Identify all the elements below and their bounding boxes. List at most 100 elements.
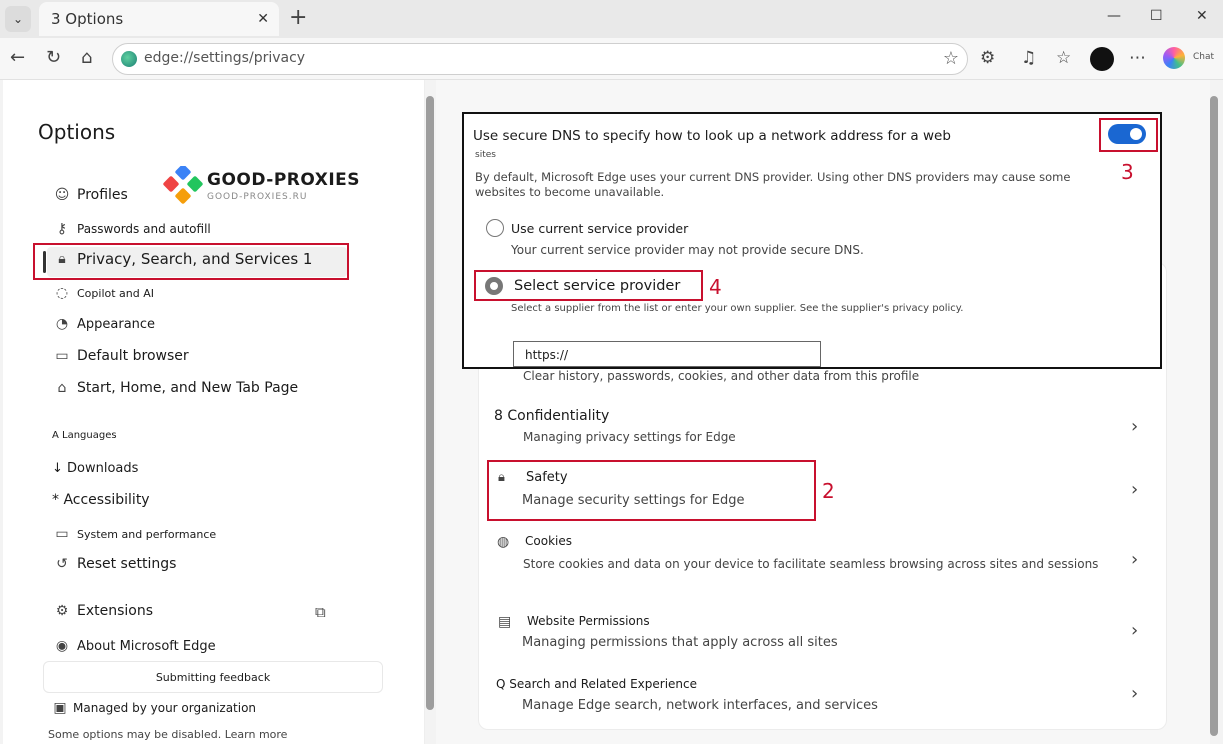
copilot-icon: ◌ xyxy=(55,285,69,301)
sidebar-item-label: Passwords and autofill xyxy=(77,222,211,236)
watermark-logo: GOOD-PROXIES GOOD-PROXIES.RU xyxy=(163,166,373,206)
close-icon[interactable]: ✕ xyxy=(257,11,269,27)
briefcase-icon: ▣ xyxy=(53,700,67,716)
secure-dns-desc-1: By default, Microsoft Edge uses your cur… xyxy=(475,170,1071,184)
sidebar-item-start-home[interactable]: ⌂ Start, Home, and New Tab Page xyxy=(52,380,299,396)
annotation-label-3: 3 xyxy=(1121,160,1134,184)
browser-icon: ▭ xyxy=(55,348,69,364)
chevron-right-icon[interactable]: › xyxy=(1131,620,1138,641)
copilot-icon[interactable] xyxy=(1163,47,1185,69)
tab-options[interactable]: 3 Options ✕ xyxy=(39,2,279,36)
permissions-icon: ▤ xyxy=(498,614,512,630)
tab-strip: ⌄ 3 Options ✕ + — ☐ ✕ xyxy=(0,0,1223,38)
confidentiality-title[interactable]: 8 Confidentiality xyxy=(494,408,609,424)
laptop-icon: ▭ xyxy=(55,526,69,542)
confidentiality-desc: Managing privacy settings for Edge xyxy=(523,430,736,444)
sidebar-scrollbar[interactable] xyxy=(426,96,434,710)
sidebar-item-label: Default browser xyxy=(77,348,189,364)
close-window-button[interactable]: ✕ xyxy=(1196,8,1208,24)
main-scrollbar[interactable] xyxy=(1210,96,1218,736)
sidebar-item-label: Copilot and AI xyxy=(77,286,155,300)
sidebar-item-profiles[interactable]: ☺ Profiles xyxy=(52,187,128,203)
palette-icon: ◔ xyxy=(55,316,69,332)
tab-actions-button[interactable]: ⌄ xyxy=(5,6,31,32)
custom-provider-input[interactable]: https:// xyxy=(513,341,821,367)
sidebar-item-extensions[interactable]: ⚙ Extensions xyxy=(52,603,153,619)
secure-dns-panel xyxy=(462,112,1162,369)
chevron-right-icon[interactable]: › xyxy=(1131,416,1138,437)
secure-dns-title: Use secure DNS to specify how to look up… xyxy=(473,128,951,144)
address-text[interactable]: edge://settings/privacy xyxy=(144,50,305,66)
sidebar-item-passwords[interactable]: ⚷ Passwords and autofill xyxy=(52,221,211,237)
sidebar-item-label: Appearance xyxy=(77,316,156,332)
sidebar-item-label: Reset settings xyxy=(77,556,177,572)
new-tab-button[interactable]: + xyxy=(289,6,307,30)
annotation-box-1 xyxy=(33,243,349,280)
managed-notice: ▣ Managed by your organization xyxy=(52,700,256,716)
external-link-icon[interactable]: ⧉ xyxy=(315,603,326,621)
key-icon: ⚷ xyxy=(56,221,68,237)
logo-text: GOOD-PROXIES xyxy=(207,170,361,190)
logo-subtext: GOOD-PROXIES.RU xyxy=(207,192,308,202)
sidebar-item-label: System and performance xyxy=(77,527,217,541)
annotation-label-2: 2 xyxy=(822,479,835,503)
sidebar-item-default-browser[interactable]: ▭ Default browser xyxy=(52,348,189,364)
annotation-label-4: 4 xyxy=(709,275,722,299)
music-icon[interactable]: ♫ xyxy=(1021,48,1036,68)
annotation-box-3 xyxy=(1099,118,1158,152)
tab-title: 3 Options xyxy=(51,10,124,28)
website-permissions-desc: Managing permissions that apply across a… xyxy=(522,635,838,650)
cookie-icon: ◍ xyxy=(497,534,510,550)
sidebar-item-languages[interactable]: A Languages xyxy=(52,430,117,441)
search-experience-desc: Manage Edge search, network interfaces, … xyxy=(522,698,878,713)
managed-label: Managed by your organization xyxy=(73,701,257,715)
chevron-down-icon: ⌄ xyxy=(12,12,24,26)
current-provider-desc: Your current service provider may not pr… xyxy=(511,243,864,257)
radio-current-provider[interactable] xyxy=(486,219,504,237)
minimize-button[interactable]: — xyxy=(1107,8,1121,24)
feedback-button[interactable]: Submitting feedback xyxy=(43,661,383,693)
sidebar-item-downloads[interactable]: ↓ Downloads xyxy=(52,461,138,476)
reset-icon: ↺ xyxy=(56,556,68,572)
website-permissions-title[interactable]: Website Permissions xyxy=(527,614,650,628)
annotation-box-4 xyxy=(474,270,703,301)
chat-label[interactable]: Chat xyxy=(1193,52,1214,62)
address-bar[interactable]: edge://settings/privacy ☆ xyxy=(112,43,968,75)
cookies-title[interactable]: Cookies xyxy=(525,534,572,548)
star-icon[interactable]: ☆ xyxy=(943,48,959,69)
chevron-right-icon[interactable]: › xyxy=(1131,549,1138,570)
back-icon[interactable]: ← xyxy=(10,48,25,68)
current-provider-label[interactable]: Use current service provider xyxy=(511,221,688,236)
avatar[interactable] xyxy=(1090,47,1114,71)
page-title: Options xyxy=(38,120,116,144)
more-icon[interactable]: ⋯ xyxy=(1129,48,1146,68)
maximize-button[interactable]: ☐ xyxy=(1150,8,1163,24)
chevron-right-icon[interactable]: › xyxy=(1131,683,1138,704)
sidebar-item-label: * Accessibility xyxy=(52,492,150,508)
sidebar-item-about[interactable]: ◉ About Microsoft Edge xyxy=(52,638,216,654)
profile-icon: ☺ xyxy=(54,187,70,203)
chevron-right-icon[interactable]: › xyxy=(1131,479,1138,500)
sidebar-item-copilot[interactable]: ◌ Copilot and AI xyxy=(52,285,154,301)
sidebar-item-label: Extensions xyxy=(77,603,154,619)
secure-dns-title-cont: sites xyxy=(475,150,496,160)
edge-icon xyxy=(121,51,137,67)
sidebar-item-appearance[interactable]: ◔ Appearance xyxy=(52,316,155,332)
extensions-icon: ⚙ xyxy=(55,603,69,619)
disabled-note[interactable]: Some options may be disabled. Learn more xyxy=(48,728,287,741)
favorites-icon[interactable]: ☆ xyxy=(1056,48,1071,68)
select-provider-desc: Select a supplier from the list or enter… xyxy=(511,303,964,314)
home-icon[interactable]: ⌂ xyxy=(81,48,92,68)
search-experience-title[interactable]: Q Search and Related Experience xyxy=(496,677,697,691)
sidebar-item-system[interactable]: ▭ System and performance xyxy=(52,526,216,542)
sidebar-item-reset[interactable]: ↺ Reset settings xyxy=(52,556,176,572)
sidebar-item-label: Profiles xyxy=(77,187,128,203)
sidebar-item-label: A Languages xyxy=(52,430,117,441)
extensions-icon[interactable]: ⚙ xyxy=(980,48,995,68)
refresh-icon[interactable]: ↻ xyxy=(46,48,61,68)
sidebar-item-accessibility[interactable]: * Accessibility xyxy=(52,492,150,508)
secure-dns-desc-2: websites to become unavailable. xyxy=(475,185,665,199)
toolbar: ← ↻ ⌂ edge://settings/privacy ☆ ⚙ ♫ ☆ ⋯ … xyxy=(0,38,1223,80)
edge-icon: ◉ xyxy=(55,638,69,654)
home-icon: ⌂ xyxy=(57,380,67,396)
